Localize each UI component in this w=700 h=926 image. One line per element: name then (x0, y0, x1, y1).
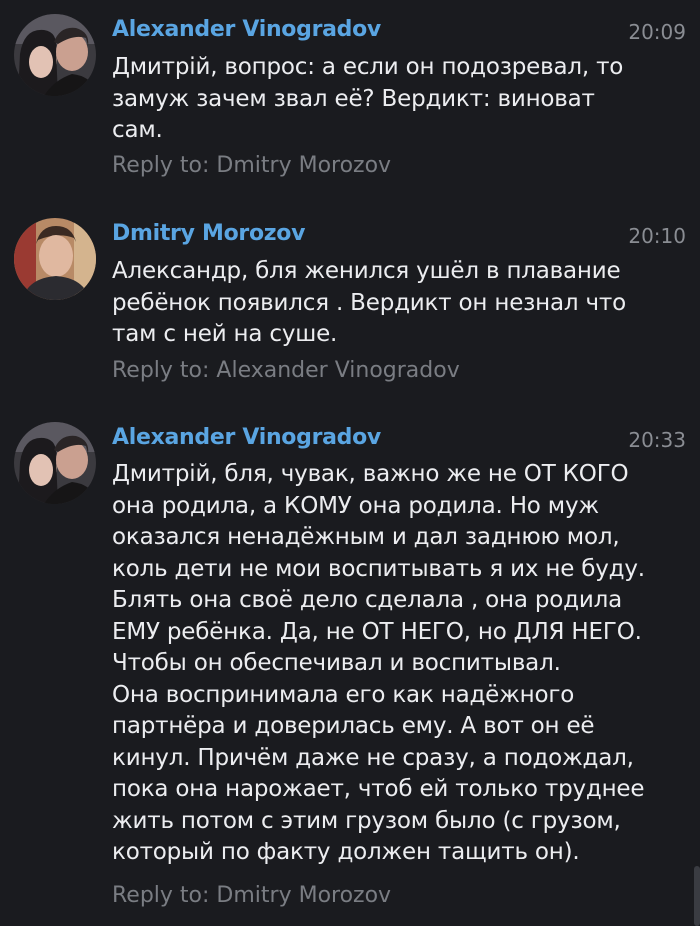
message-line: Блять она своё дело сделала , она родила (112, 587, 623, 613)
couple-avatar-icon (14, 422, 96, 504)
message-line: кинул. Причём даже не сразу, а подождал, (112, 744, 634, 771)
message-line: она родила, а КОМУ она родила. Но муж (112, 492, 599, 519)
message-line: партнёра и доверилась ему. А вот он её (112, 713, 595, 739)
message-line: который по факту должен тащить он). (112, 839, 580, 865)
message-line: Чтобы он обеспечивал и воспитывал. (112, 650, 561, 676)
message-line: ЕМУ ребёнка. Да, не ОТ НЕГО, но ДЛЯ НЕГО… (112, 618, 642, 645)
message-author[interactable]: Alexander Vinogradov (112, 425, 381, 450)
message-text: Дмитрій, бля, чувак, важно же не ОТ КОГО… (112, 459, 692, 869)
message-line: Дмитрій, бля, чувак, важно же не ОТ КОГО (112, 461, 629, 487)
avatar-alexander[interactable] (14, 422, 96, 504)
message-line: жить потом с этим грузом было (с грузом, (112, 807, 621, 834)
message-line: пока она нарожает, чтоб ей только трудне… (112, 776, 645, 802)
reply-link[interactable]: Reply to: Dmitry Morozov (112, 883, 391, 908)
message-3: Alexander Vinogradov 20:33 Дмитрій, бля,… (0, 0, 700, 926)
message-line: Она воспринимала его как надёжного (112, 681, 575, 708)
message-time: 20:33 (628, 428, 686, 452)
message-line: коль дети не мои воспитывать я их не буд… (112, 555, 645, 582)
message-line: оказался ненадёжным и дал заднюю мол, (112, 524, 620, 550)
scrollbar[interactable] (694, 866, 700, 926)
